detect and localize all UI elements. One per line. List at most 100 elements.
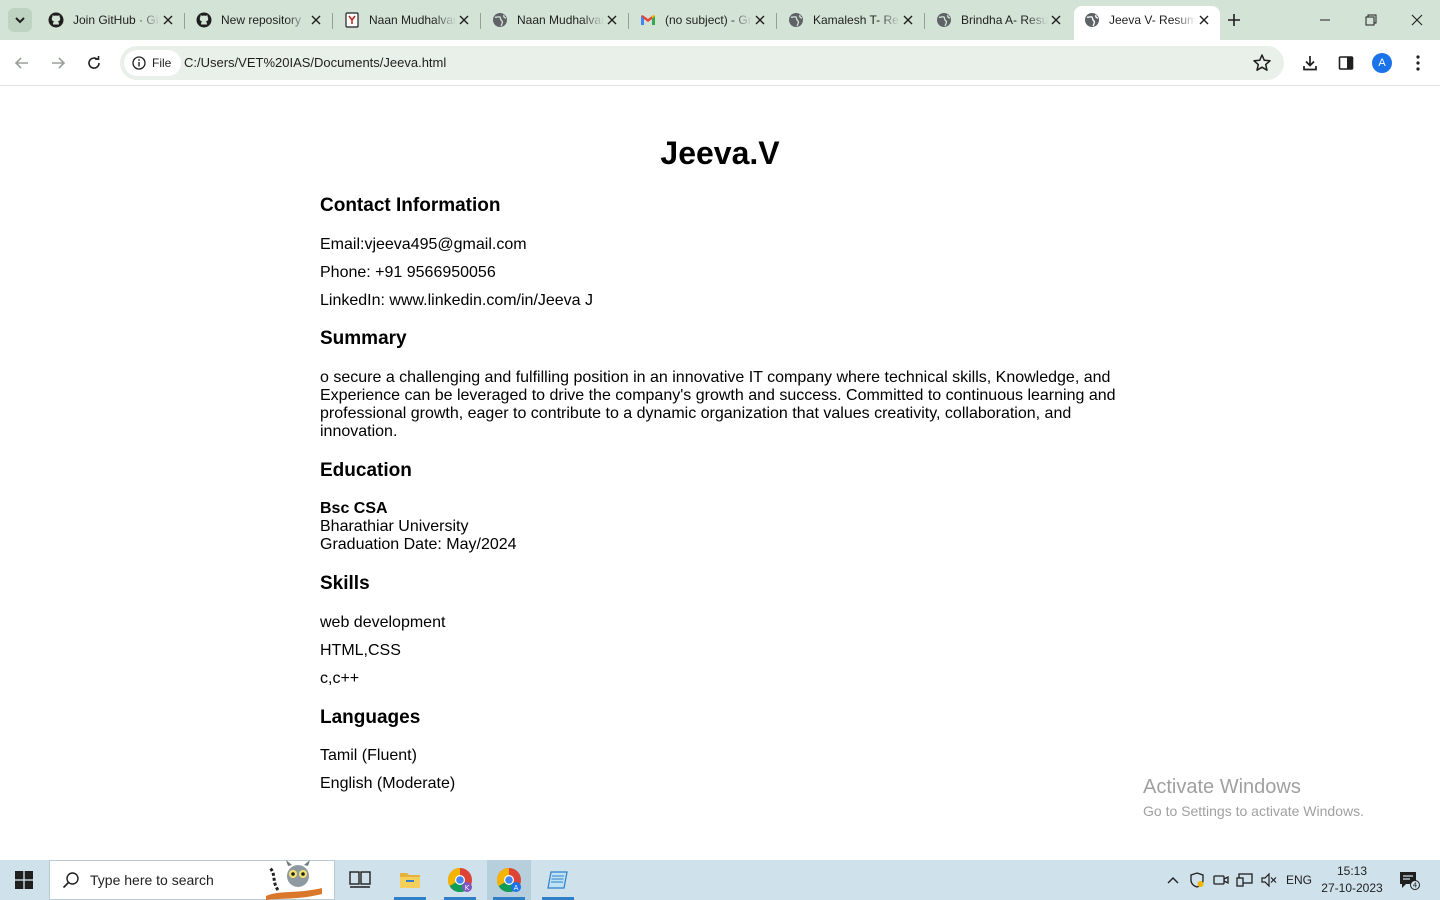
minimize-icon	[1320, 19, 1330, 21]
education-degree: Bsc CSA	[320, 500, 388, 517]
notification-count: 4	[1413, 882, 1418, 890]
watermark-subtitle: Go to Settings to activate Windows.	[1143, 803, 1364, 819]
tab-gmail[interactable]: (no subject) - Gmail	[630, 6, 777, 34]
tab-naan-mudhalvan-2[interactable]: Naan Mudhalvan	[482, 6, 629, 34]
tab-kamalesh-resume[interactable]: Kamalesh T- Resume	[778, 6, 925, 34]
tab-search-button[interactable]	[8, 8, 32, 32]
notification-icon: 4	[1400, 872, 1420, 890]
tab-jeeva-resume-active[interactable]: Jeeva V- Resume	[1074, 6, 1220, 40]
network-icon	[1236, 873, 1253, 887]
new-tab-button[interactable]	[1222, 8, 1246, 32]
language-item: Tamil (Fluent)	[320, 747, 417, 764]
tab-new-repository[interactable]: New repository	[186, 6, 333, 34]
browser-tab-strip: Join GitHub · GitHub New repository Naan…	[0, 0, 1440, 40]
tab-title: Join GitHub · GitHub	[73, 13, 160, 27]
browser-toolbar: File C:/Users/VET%20IAS/Documents/Jeeva.…	[0, 40, 1440, 86]
close-icon	[1411, 14, 1423, 26]
contact-heading: Contact Information	[320, 195, 501, 216]
arrow-left-icon	[14, 57, 28, 69]
svg-text:K: K	[465, 884, 470, 892]
chrome-profile-a-button[interactable]: A	[487, 860, 531, 900]
github-icon	[196, 12, 212, 28]
clock-date: 27-10-2023	[1321, 881, 1383, 895]
task-view-button[interactable]	[338, 860, 382, 900]
download-icon	[1303, 56, 1317, 71]
network-tray-button[interactable]	[1234, 860, 1256, 900]
file-explorer-button[interactable]	[388, 860, 432, 900]
show-hidden-icons-button[interactable]	[1162, 860, 1184, 900]
meet-now-tray-button[interactable]	[1210, 860, 1232, 900]
notepad-button[interactable]	[536, 860, 580, 900]
watermark-title: Activate Windows	[1143, 776, 1301, 798]
tab-separator	[776, 13, 777, 29]
tab-title: Jeeva V- Resume	[1109, 13, 1196, 27]
volume-tray-button[interactable]	[1258, 860, 1280, 900]
start-button[interactable]	[0, 860, 48, 900]
contact-email: Email:vjeeva495@gmail.com	[320, 236, 527, 253]
search-highlight-lemur-icon	[266, 860, 322, 900]
volume-muted-icon	[1261, 873, 1277, 887]
site-info-chip[interactable]: File	[124, 50, 182, 76]
page-viewport: Jeeva.V Contact Information Email:vjeeva…	[0, 87, 1440, 860]
windows-taskbar: Type here to search K A ENG 15:13 27-10-…	[0, 860, 1440, 900]
tab-brindha-resume[interactable]: Brindha A- Resume	[926, 6, 1072, 34]
close-window-button[interactable]	[1394, 0, 1440, 40]
reload-icon	[88, 56, 100, 69]
language-item: English (Moderate)	[320, 775, 456, 792]
side-panel-button[interactable]	[1330, 47, 1362, 79]
input-language-indicator[interactable]: ENG	[1284, 860, 1314, 900]
chevron-up-icon	[1167, 877, 1179, 884]
chrome-icon: A	[496, 868, 521, 893]
close-tab-icon[interactable]	[456, 12, 472, 28]
close-tab-icon[interactable]	[160, 12, 176, 28]
tab-separator	[628, 13, 629, 29]
restore-icon	[1365, 14, 1377, 26]
summary-heading: Summary	[320, 328, 407, 349]
minimize-button[interactable]	[1302, 0, 1348, 40]
chrome-profile-k-button[interactable]: K	[438, 860, 482, 900]
bookmark-star-icon[interactable]	[1252, 53, 1272, 73]
chip-label: File	[152, 56, 172, 70]
system-clock[interactable]: 15:13 27-10-2023	[1318, 863, 1386, 897]
tab-separator	[480, 13, 481, 29]
tab-title: Kamalesh T- Resume	[813, 13, 900, 27]
forward-button[interactable]	[42, 47, 74, 79]
skills-heading: Skills	[320, 573, 370, 594]
close-tab-icon[interactable]	[1048, 12, 1064, 28]
svg-text:A: A	[514, 884, 519, 892]
close-tab-icon[interactable]	[308, 12, 324, 28]
close-tab-icon[interactable]	[900, 12, 916, 28]
education-graduation: Graduation Date: May/2024	[320, 536, 517, 553]
address-bar[interactable]: File C:/Users/VET%20IAS/Documents/Jeeva.…	[120, 46, 1284, 80]
contact-phone: Phone: +91 9566950056	[320, 264, 496, 281]
tab-join-github[interactable]: Join GitHub · GitHub	[38, 6, 185, 34]
contact-linkedin: LinkedIn: www.linkedin.com/in/Jeeva J	[320, 292, 594, 309]
shield-icon	[1190, 872, 1204, 888]
arrow-right-icon	[52, 57, 66, 69]
close-tab-icon[interactable]	[1196, 12, 1212, 28]
menu-button[interactable]	[1402, 47, 1434, 79]
gmail-icon	[640, 12, 656, 28]
url-text[interactable]: C:/Users/VET%20IAS/Documents/Jeeva.html	[184, 55, 446, 70]
tab-title: Brindha A- Resume	[961, 13, 1048, 27]
reload-button[interactable]	[78, 47, 110, 79]
security-tray-button[interactable]	[1186, 860, 1208, 900]
downloads-button[interactable]	[1294, 47, 1326, 79]
education-university: Bharathiar University	[320, 518, 469, 535]
tab-title: (no subject) - Gmail	[665, 13, 752, 27]
skill-item: c,c++	[320, 670, 360, 687]
tab-naan-mudhalvan-1[interactable]: Naan Mudhalvan	[334, 6, 481, 34]
globe-icon	[936, 12, 952, 28]
close-tab-icon[interactable]	[604, 12, 620, 28]
folder-icon	[400, 873, 420, 888]
notification-center-button[interactable]: 4	[1394, 860, 1424, 900]
close-tab-icon[interactable]	[752, 12, 768, 28]
profile-avatar[interactable]: A	[1372, 53, 1392, 73]
restore-button[interactable]	[1348, 0, 1394, 40]
back-button[interactable]	[6, 47, 38, 79]
tab-separator	[184, 13, 185, 29]
task-view-icon	[349, 871, 371, 888]
activate-windows-watermark: Activate Windows Go to Settings to activ…	[1143, 776, 1364, 819]
clock-time: 15:13	[1336, 864, 1368, 878]
info-icon	[132, 56, 146, 70]
